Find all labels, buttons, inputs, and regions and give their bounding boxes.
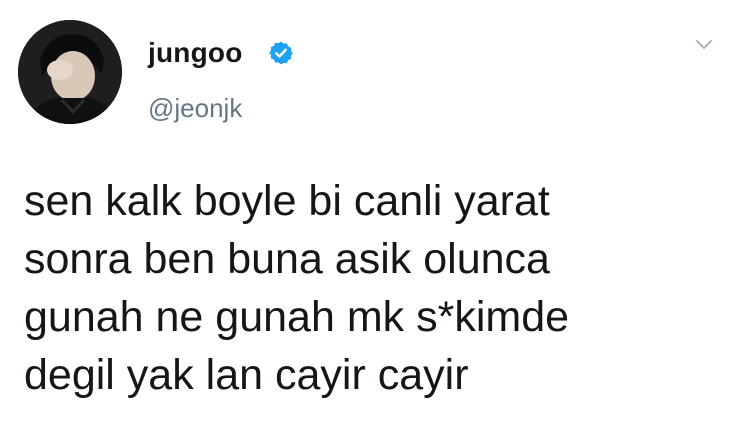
chevron-down-icon[interactable] [694,38,714,52]
tweet-text-line: sen kalk boyle bi canli yarat [24,177,550,225]
tweet-card: jungoo @jeonjk sen kalk boyle bi canli y… [0,0,735,443]
avatar[interactable] [18,20,122,124]
tweet-text: sen kalk boyle bi canli yarat sonra ben … [24,172,724,404]
display-name[interactable]: jungoo [148,37,243,69]
verified-badge-icon [268,40,294,66]
tweet-text-line: sonra ben buna asik olunca [24,235,550,283]
tweet-text-line: degil yak lan cayir cayir [24,351,469,399]
user-handle[interactable]: @jeonjk [148,93,242,124]
tweet-text-line: gunah ne gunah mk s*kimde [24,293,570,341]
